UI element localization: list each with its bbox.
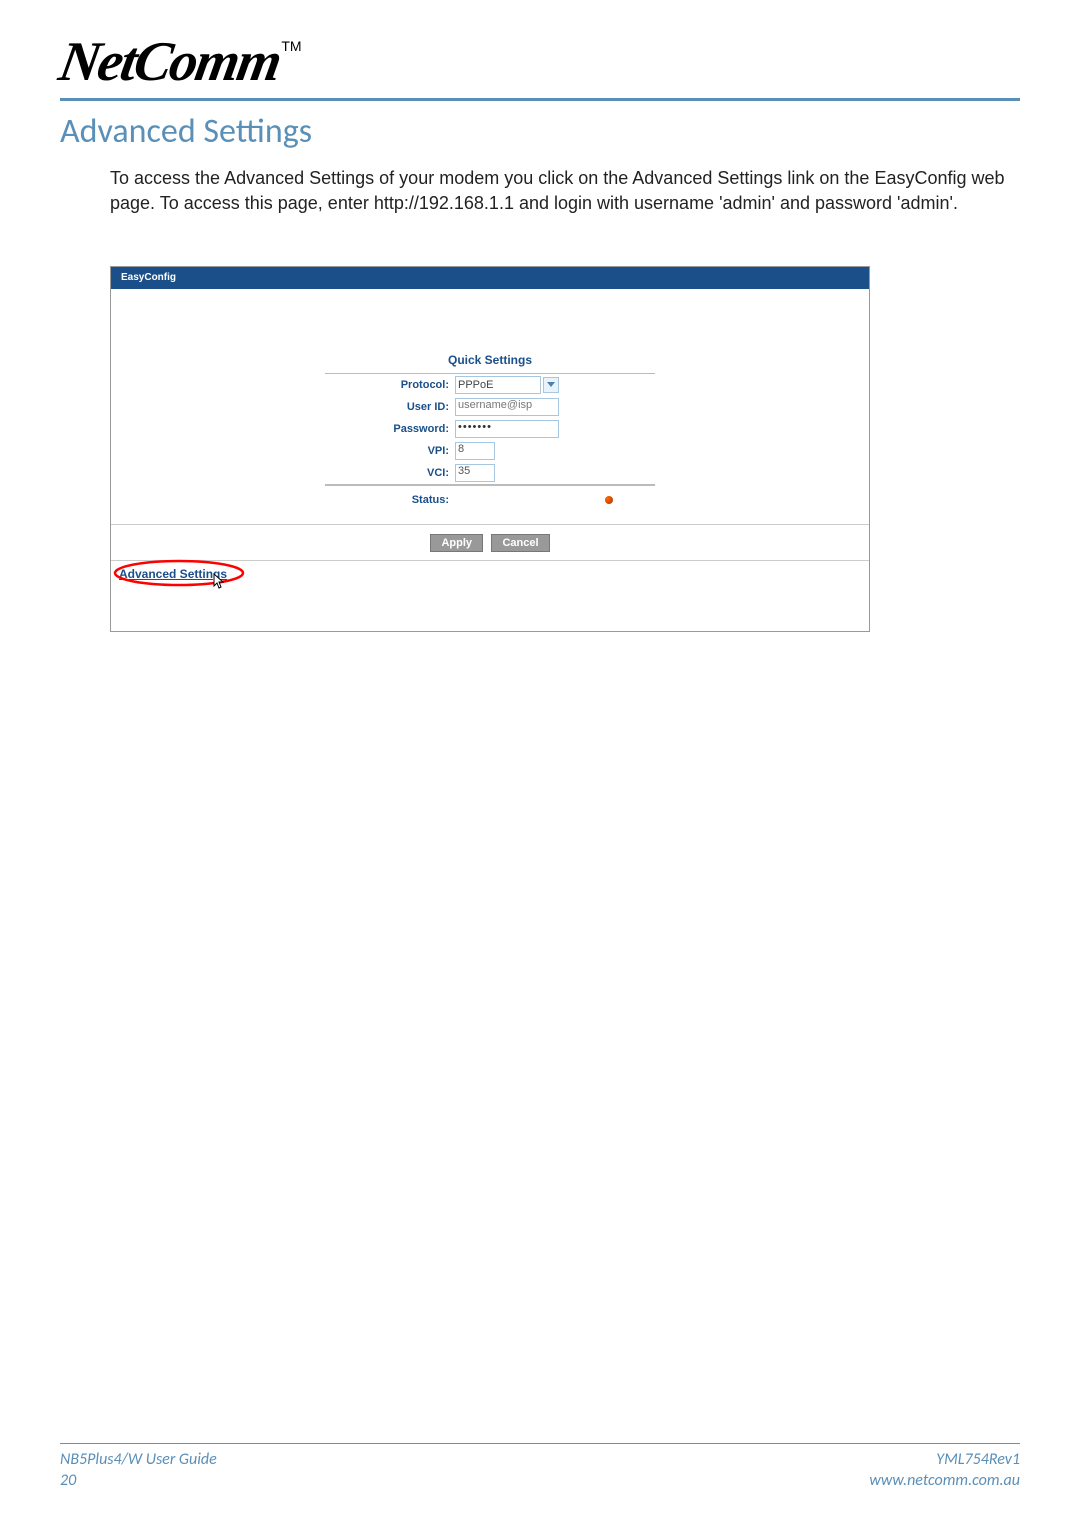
footer-guide-title: NB5Plus4/W User Guide [60,1450,217,1471]
footer-page-number: 20 [60,1471,217,1492]
vpi-label: VPI: [325,445,455,457]
page-title: Advanced Settings [60,111,1020,152]
brand-logo: NetCommTM [60,30,1020,94]
status-indicator-icon [605,496,613,504]
easyconfig-screenshot: EasyConfig Quick Settings Protocol: PPPo… [110,266,870,632]
tab-easyconfig[interactable]: EasyConfig [111,268,186,287]
logo-text: NetComm [54,30,285,94]
advanced-settings-link[interactable]: Advanced Settings [119,567,227,581]
header-divider [60,98,1020,101]
intro-paragraph: To access the Advanced Settings of your … [110,166,1020,216]
vci-input[interactable]: 35 [455,464,495,482]
userid-input[interactable]: username@isp [455,398,559,416]
protocol-label: Protocol: [325,379,455,391]
protocol-select[interactable]: PPPoE [455,376,541,394]
page-footer: NB5Plus4/W User Guide 20 YML754Rev1 www.… [60,1443,1020,1492]
quick-settings-form: Protocol: PPPoE User ID: username@isp [325,373,655,485]
form-actions: Apply Cancel [111,524,869,560]
tab-bar: EasyConfig [111,267,869,289]
password-input[interactable]: ••••••• [455,420,559,438]
status-label: Status: [325,494,455,506]
advanced-link-row: Advanced Settings [111,560,869,589]
status-row: Status: [325,485,655,524]
cancel-button[interactable]: Cancel [491,534,549,552]
vpi-input[interactable]: 8 [455,442,495,460]
password-label: Password: [325,423,455,435]
vci-label: VCI: [325,467,455,479]
footer-url: www.netcomm.com.au [869,1471,1020,1492]
panel-title: Quick Settings [111,289,869,373]
apply-button[interactable]: Apply [430,534,483,552]
userid-label: User ID: [325,401,455,413]
trademark-symbol: TM [281,38,301,54]
footer-revision: YML754Rev1 [869,1450,1020,1471]
chevron-down-icon[interactable] [543,377,559,393]
